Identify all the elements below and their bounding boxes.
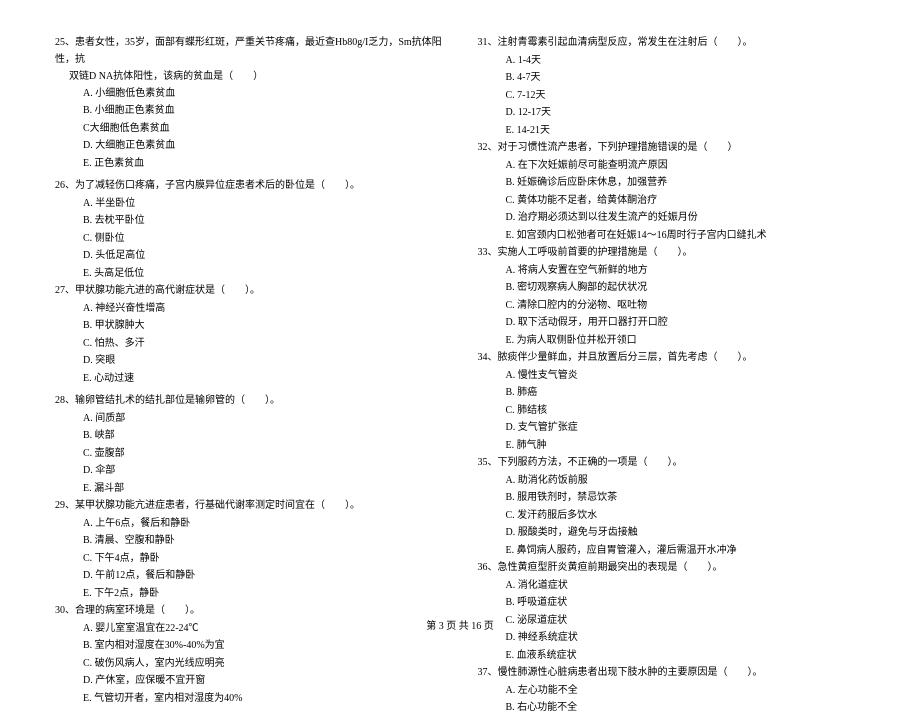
q30-opt-b: B. 室内相对湿度在30%-40%为宜 [55, 638, 448, 655]
q28-stem: 28、输卵管结扎术的结扎部位是输卵管的（ ）。 [55, 393, 448, 410]
q26-stem: 26、为了减轻伤口疼痛，子宫内膜异位症患者术后的卧位是（ ）。 [55, 178, 448, 195]
q33-opt-a: A. 将病人安置在空气新鲜的地方 [478, 263, 871, 280]
q27-stem: 27、甲状腺功能亢进的高代谢症状是（ ）。 [55, 283, 448, 300]
q31-stem: 31、注射青霉素引起血清病型反应，常发生在注射后（ ）。 [478, 35, 871, 52]
q29-opt-a: A. 上午6点，餐后和静卧 [55, 516, 448, 533]
q31-opt-e: E. 14-21天 [478, 123, 871, 140]
q25-stem-line2: 双链D NA抗体阳性，该病的贫血是（ ） [55, 69, 448, 86]
q31-opt-c: C. 7-12天 [478, 88, 871, 105]
q29-opt-c: C. 下午4点，静卧 [55, 551, 448, 568]
q27-opt-e: E. 心动过速 [55, 371, 448, 388]
q26-opt-b: B. 去枕平卧位 [55, 213, 448, 230]
q30-opt-d: D. 产休室，应保暖不宜开窗 [55, 673, 448, 690]
q27-opt-a: A. 神经兴奋性增高 [55, 301, 448, 318]
q29-opt-b: B. 清晨、空腹和静卧 [55, 533, 448, 550]
q25-opt-e: E. 正色素贫血 [55, 156, 448, 173]
q33-opt-e: E. 为病人取侧卧位并松开领口 [478, 333, 871, 350]
q26-opt-e: E. 头高足低位 [55, 266, 448, 283]
q35-opt-b: B. 服用铁剂时，禁忌饮茶 [478, 490, 871, 507]
q36-opt-b: B. 呼吸道症状 [478, 595, 871, 612]
q34-stem: 34、脓痰伴少量鲜血，并且放置后分三层，首先考虑（ ）。 [478, 350, 871, 367]
q32-opt-c: C. 黄体功能不足者，给黄体酮治疗 [478, 193, 871, 210]
q25-opt-c: C大细胞低色素贫血 [55, 121, 448, 138]
q25-opt-b: B. 小细胞正色素贫血 [55, 103, 448, 120]
q32-opt-a: A. 在下次妊娠前尽可能查明流产原因 [478, 158, 871, 175]
q32-opt-d: D. 治疗期必须达到以往发生流产的妊娠月份 [478, 210, 871, 227]
q33-opt-d: D. 取下活动假牙，用开口器打开口腔 [478, 315, 871, 332]
q35-stem: 35、下列服药方法，不正确的一项是（ ）。 [478, 455, 871, 472]
q35-opt-e: E. 鼻饲病人服药，应自胃管灌入，灌后需温开水冲净 [478, 543, 871, 560]
q28-opt-a: A. 间质部 [55, 411, 448, 428]
q37-stem: 37、慢性肺源性心脏病患者出现下肢水肿的主要原因是（ ）。 [478, 665, 871, 682]
q37-opt-a: A. 左心功能不全 [478, 683, 871, 700]
q32-opt-b: B. 妊娠确诊后应卧床休息，加强营养 [478, 175, 871, 192]
q31-opt-a: A. 1-4天 [478, 53, 871, 70]
q30-opt-c: C. 破伤风病人，室内光线应明亮 [55, 656, 448, 673]
q25-opt-d: D. 大细胞正色素贫血 [55, 138, 448, 155]
q31-opt-d: D. 12-17天 [478, 105, 871, 122]
q29-opt-e: E. 下午2点，静卧 [55, 586, 448, 603]
q34-opt-e: E. 肺气肿 [478, 438, 871, 455]
q36-opt-d: D. 神经系统症状 [478, 630, 871, 647]
q37-opt-b: B. 右心功能不全 [478, 700, 871, 717]
q28-opt-c: C. 壶腹部 [55, 446, 448, 463]
q30-opt-e: E. 气管切开者，室内相对湿度为40% [55, 691, 448, 708]
q28-opt-e: E. 漏斗部 [55, 481, 448, 498]
q29-opt-d: D. 午前12点，餐后和静卧 [55, 568, 448, 585]
q35-opt-c: C. 发汗药服后多饮水 [478, 508, 871, 525]
q33-stem: 33、实施人工呼吸前首要的护理措施是（ ）。 [478, 245, 871, 262]
q27-opt-b: B. 甲状腺肿大 [55, 318, 448, 335]
q33-opt-b: B. 密切观察病人胸部的起伏状况 [478, 280, 871, 297]
q33-opt-c: C. 清除口腔内的分泌物、呕吐物 [478, 298, 871, 315]
right-column: 31、注射青霉素引起血清病型反应，常发生在注射后（ ）。 A. 1-4天 B. … [478, 35, 871, 718]
q27-opt-d: D. 突眼 [55, 353, 448, 370]
q28-opt-d: D. 伞部 [55, 463, 448, 480]
q34-opt-a: A. 慢性支气管炎 [478, 368, 871, 385]
q36-stem: 36、急性黄疸型肝炎黄疸前期最突出的表现是（ ）。 [478, 560, 871, 577]
page-footer: 第 3 页 共 16 页 [0, 617, 920, 632]
q31-opt-b: B. 4-7天 [478, 70, 871, 87]
q25-opt-a: A. 小细胞低色素贫血 [55, 86, 448, 103]
q36-opt-a: A. 消化道症状 [478, 578, 871, 595]
q34-opt-c: C. 肺结核 [478, 403, 871, 420]
q32-stem: 32、对于习惯性流产患者，下列护理措施错误的是（ ） [478, 140, 871, 157]
q34-opt-b: B. 肺癌 [478, 385, 871, 402]
left-column: 25、患者女性，35岁，面部有蝶形红斑，严重关节疼痛，最近查Hb80g/I乏力，… [55, 35, 448, 718]
q28-opt-b: B. 峡部 [55, 428, 448, 445]
q35-opt-a: A. 助消化药饭前服 [478, 473, 871, 490]
q26-opt-d: D. 头低足高位 [55, 248, 448, 265]
q35-opt-d: D. 服酸类时，避免与牙齿接触 [478, 525, 871, 542]
q34-opt-d: D. 支气管扩张症 [478, 420, 871, 437]
q32-opt-e: E. 如宫颈内口松弛者可在妊娠14～16周时行子宫内口缝扎术 [478, 228, 871, 245]
q25-stem-line1: 25、患者女性，35岁，面部有蝶形红斑，严重关节疼痛，最近查Hb80g/I乏力，… [55, 35, 448, 68]
q26-opt-c: C. 侧卧位 [55, 231, 448, 248]
q29-stem: 29、某甲状腺功能亢进症患者，行基础代谢率测定时间宜在（ ）。 [55, 498, 448, 515]
q27-opt-c: C. 怕热、多汗 [55, 336, 448, 353]
q26-opt-a: A. 半坐卧位 [55, 196, 448, 213]
